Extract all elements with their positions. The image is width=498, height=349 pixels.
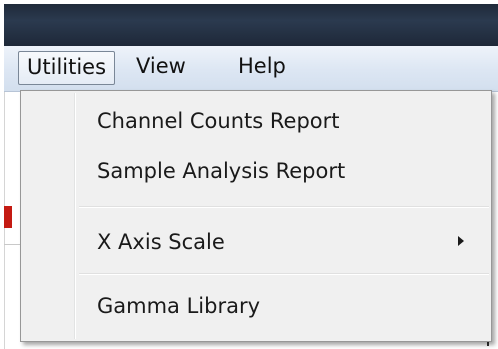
- menu-separator: [79, 273, 489, 275]
- menu-item-channel-counts-report[interactable]: Channel Counts Report: [97, 103, 339, 139]
- utilities-dropdown-menu: Channel Counts Report Sample Analysis Re…: [20, 90, 492, 342]
- menu-separator: [79, 206, 489, 208]
- menu-utilities[interactable]: Utilities: [18, 51, 116, 85]
- menu-item-sample-analysis-report[interactable]: Sample Analysis Report: [97, 153, 345, 189]
- menu-help[interactable]: Help: [230, 51, 294, 85]
- chevron-right-icon: [458, 236, 464, 246]
- application-window: Utilities View Help Channel Counts Repor…: [0, 0, 498, 349]
- menu-bar: Utilities View Help: [4, 46, 498, 92]
- menu-item-gamma-library[interactable]: Gamma Library: [97, 288, 260, 324]
- window-title-bar: [4, 4, 498, 46]
- menu-view[interactable]: View: [128, 51, 194, 85]
- content-red-edge: [4, 206, 12, 228]
- menu-icon-gutter-separator: [74, 93, 75, 339]
- menu-item-x-axis-scale[interactable]: X Axis Scale: [97, 224, 225, 260]
